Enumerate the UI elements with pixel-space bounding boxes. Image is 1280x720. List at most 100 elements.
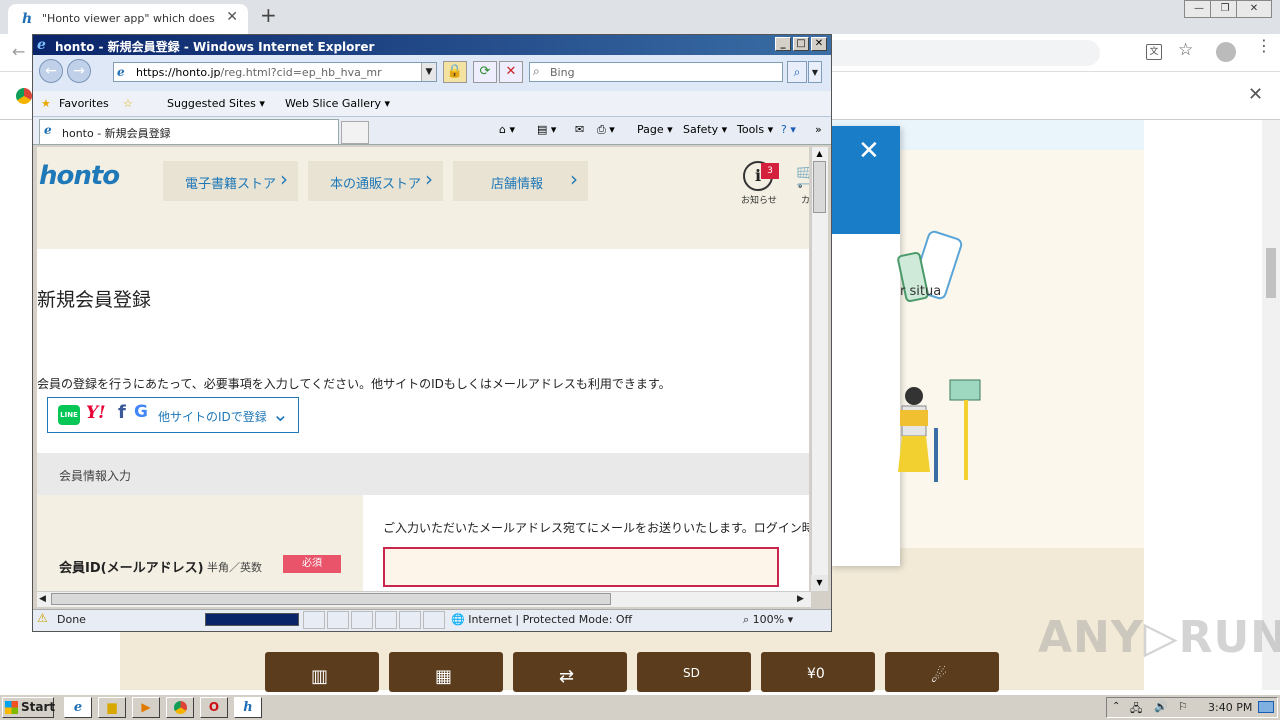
- search-go-icon[interactable]: ⌕: [787, 61, 807, 83]
- ie-tab[interactable]: e honto - 新規会員登録: [39, 119, 339, 144]
- service-button-5[interactable]: ¥0: [761, 652, 875, 692]
- registration-description: 会員の登録を行うにあたって、必要事項を入力してください。他サイトのIDもしくはメ…: [37, 377, 671, 391]
- other-site-id-label: 他サイトのIDで登録: [158, 410, 267, 424]
- taskbar-folder-icon[interactable]: ▆: [98, 697, 126, 718]
- stop-icon[interactable]: ✕: [499, 61, 523, 83]
- profile-avatar-icon[interactable]: [1216, 42, 1236, 62]
- ie-back-icon[interactable]: ←: [39, 59, 63, 83]
- home-icon[interactable]: ⌂ ▾: [499, 123, 515, 136]
- feeds-icon[interactable]: ▤ ▾: [537, 123, 556, 136]
- mail-icon[interactable]: ✉: [575, 123, 584, 136]
- ie-close-button[interactable]: ✕: [811, 37, 827, 51]
- flag-icon[interactable]: ⚐: [1178, 700, 1188, 713]
- chrome-menu-icon[interactable]: ⋮: [1256, 38, 1272, 54]
- close-tab-icon[interactable]: ✕: [226, 9, 238, 25]
- ie-forward-icon[interactable]: →: [67, 59, 91, 83]
- warning-icon: ⚠: [37, 611, 48, 625]
- chevron-right-icon: ›: [425, 167, 433, 191]
- search-options-icon[interactable]: ▼: [808, 61, 822, 83]
- taskbar-opera-icon[interactable]: O: [200, 697, 228, 718]
- email-field[interactable]: [383, 547, 779, 587]
- tray-expand-icon[interactable]: ⌃: [1112, 701, 1120, 712]
- cart-icon[interactable]: 🛒: [795, 161, 809, 189]
- scroll-down-icon[interactable]: ▼: [811, 575, 828, 591]
- service-button-6[interactable]: ☄: [885, 652, 999, 692]
- show-desktop-icon[interactable]: [1258, 701, 1274, 713]
- chrome-logo-icon: [16, 88, 32, 104]
- nav-book-store[interactable]: 本の通販ストア ›: [308, 161, 443, 201]
- other-site-id-dropdown[interactable]: LINE Y! f G 他サイトのIDで登録 ⌄: [47, 397, 299, 433]
- network-icon[interactable]: 🖧: [1130, 700, 1142, 719]
- chevron-down-icon: ⌄: [272, 402, 289, 426]
- ie-vertical-scrollbar[interactable]: [811, 147, 828, 591]
- ie-page-content: honto 電子書籍ストア› 本の通販ストア› 店舗情報› i 3 お知らせ 🛒…: [37, 147, 809, 591]
- clock: 3:40 PM: [1208, 701, 1253, 714]
- address-dropdown-icon[interactable]: ▼: [421, 63, 436, 81]
- ie-vertical-scroll-thumb[interactable]: [813, 161, 826, 213]
- translate-icon[interactable]: 文: [1146, 44, 1162, 60]
- scroll-left-icon[interactable]: ◀: [39, 591, 46, 607]
- cart-label: カ: [801, 196, 809, 206]
- web-slice-gallery-button[interactable]: Web Slice Gallery ▾: [285, 97, 390, 110]
- page-menu[interactable]: Page ▾: [637, 123, 673, 136]
- print-icon[interactable]: ⎙ ▾: [597, 123, 615, 137]
- page-title: 新規会員登録: [37, 289, 152, 311]
- ie-new-tab-button[interactable]: [341, 121, 369, 144]
- close-window-button[interactable]: ✕: [1236, 0, 1272, 18]
- refresh-icon[interactable]: ⟳: [473, 61, 497, 83]
- help-icon[interactable]: ? ▾: [781, 123, 796, 136]
- service-button-1[interactable]: ▥: [265, 652, 379, 692]
- status-pane: [351, 611, 373, 629]
- omnibox[interactable]: [830, 40, 1100, 66]
- security-zone[interactable]: 🌐 Internet | Protected Mode: Off: [451, 613, 632, 626]
- chevron-more-icon[interactable]: »: [815, 123, 822, 136]
- email-description: ご入力いただいたメールアドレス宛てにメールをお送りいたします。ログイン時に使用し…: [383, 521, 809, 535]
- zoom-level[interactable]: ⌕ 100% ▾: [743, 613, 793, 627]
- chrome-tab[interactable]: h "Honto viewer app" which does not r ✕: [8, 4, 248, 34]
- add-favorite-icon[interactable]: ☆: [123, 97, 133, 110]
- safety-menu[interactable]: Safety ▾: [683, 123, 727, 136]
- bookmark-star-icon[interactable]: ☆: [1178, 40, 1193, 60]
- ie-logo-icon: e: [37, 37, 46, 53]
- status-pane: [327, 611, 349, 629]
- infobar-close-icon[interactable]: ✕: [1248, 84, 1263, 105]
- ie-horizontal-scroll-thumb[interactable]: [51, 593, 611, 605]
- volume-icon[interactable]: 🔊: [1154, 700, 1168, 713]
- new-tab-button[interactable]: +: [260, 3, 277, 27]
- taskbar-honto-icon[interactable]: h: [234, 697, 262, 718]
- ie-minimize-button[interactable]: _: [775, 37, 791, 51]
- chevron-right-icon: ›: [280, 167, 288, 191]
- nav-ebook-store[interactable]: 電子書籍ストア ›: [163, 161, 298, 201]
- section-header: 会員情報入力: [37, 453, 809, 495]
- modal-close-icon[interactable]: ✕: [858, 138, 880, 164]
- ie-search-input[interactable]: ⌕ Bing: [529, 62, 783, 82]
- service-button-4[interactable]: SD: [637, 652, 751, 692]
- suggested-sites-button[interactable]: Suggested Sites ▾: [167, 97, 265, 110]
- facebook-icon: f: [118, 402, 126, 423]
- page-scrollbar-thumb[interactable]: [1266, 248, 1276, 298]
- status-text: Done: [57, 613, 86, 626]
- ie-title: honto - 新規会員登録 - Windows Internet Explor…: [55, 40, 375, 54]
- service-button-3[interactable]: ⇄: [513, 652, 627, 692]
- back-arrow-icon[interactable]: ←: [12, 42, 25, 61]
- scroll-right-icon[interactable]: ▶: [797, 591, 804, 607]
- chrome-tab-title: "Honto viewer app" which does not r: [42, 12, 218, 25]
- ie-address-bar[interactable]: e https://honto.jp/reg.html?cid=ep_hb_hv…: [113, 62, 437, 82]
- nav-shop-info[interactable]: 店舗情報 ›: [453, 161, 588, 201]
- ie-tab-title: honto - 新規会員登録: [62, 127, 171, 140]
- page-scrollbar[interactable]: [1262, 120, 1280, 690]
- status-pane: [423, 611, 445, 629]
- favorites-button[interactable]: Favorites: [59, 97, 109, 110]
- progress-bar: [205, 613, 299, 626]
- lock-icon[interactable]: 🔒: [443, 61, 467, 83]
- taskbar-chrome-icon[interactable]: [166, 697, 194, 718]
- honto-logo[interactable]: honto: [39, 161, 120, 191]
- taskbar-media-icon[interactable]: ▶: [132, 697, 160, 718]
- ie-window: e honto - 新規会員登録 - Windows Internet Expl…: [32, 34, 832, 632]
- taskbar-ie-icon[interactable]: e: [64, 697, 92, 718]
- search-icon: ⌕: [533, 64, 540, 78]
- ie-maximize-button[interactable]: □: [793, 37, 809, 51]
- service-button-2[interactable]: ▦: [389, 652, 503, 692]
- tools-menu[interactable]: Tools ▾: [737, 123, 773, 136]
- scroll-up-icon[interactable]: ▲: [811, 147, 828, 161]
